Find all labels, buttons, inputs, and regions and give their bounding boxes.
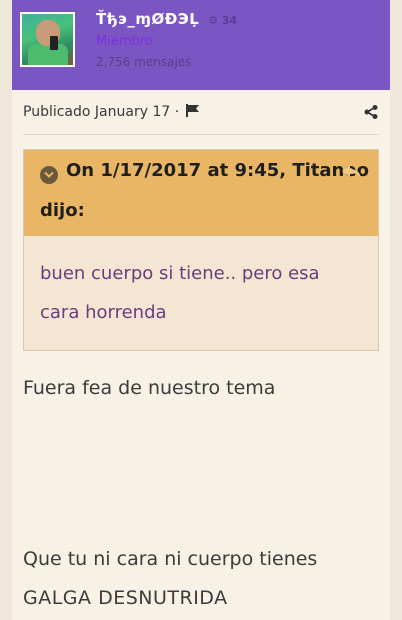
reply-icon[interactable] bbox=[342, 164, 362, 183]
forum-post-card: Ťђэ_ɱØĐЭĻ ⚙ 34 Miembro 2,756 mensajes Pu… bbox=[12, 0, 390, 620]
quote-title: On 1/17/2017 at 9:45, Titaneo bbox=[66, 160, 369, 181]
quote-text: buen cuerpo si tiene.. pero esa cara hor… bbox=[40, 263, 320, 323]
right-gutter bbox=[390, 0, 402, 620]
share-icon[interactable] bbox=[364, 104, 378, 123]
author-name[interactable]: Ťђэ_ɱØĐЭĻ bbox=[96, 10, 199, 28]
post-meta: Publicado January 17 · bbox=[23, 104, 200, 121]
published-date: Publicado January 17 · bbox=[23, 104, 180, 120]
post-text-line: Fuera fea de nuestro tema bbox=[23, 377, 276, 399]
quote-block: On 1/17/2017 at 9:45, Titaneo dijo: buen… bbox=[23, 149, 379, 351]
left-gutter bbox=[0, 0, 12, 620]
author-post-count: 2,756 mensajes bbox=[96, 55, 192, 69]
author-role: Miembro bbox=[96, 34, 153, 49]
avatar-shirt bbox=[28, 44, 68, 65]
avatar[interactable] bbox=[20, 12, 75, 67]
post-text-line: Que tu ni cara ni cuerpo tienes bbox=[23, 548, 318, 570]
post-text-line: GALGA DESNUTRIDA bbox=[23, 587, 228, 609]
quote-title-suffix: dijo: bbox=[40, 200, 85, 221]
author-badges: ⚙ 34 bbox=[208, 14, 237, 27]
flag-icon[interactable] bbox=[185, 104, 200, 121]
quote-header: On 1/17/2017 at 9:45, Titaneo dijo: bbox=[24, 150, 378, 236]
author-header: Ťђэ_ɱØĐЭĻ ⚙ 34 Miembro 2,756 mensajes bbox=[12, 0, 390, 90]
avatar-phone bbox=[50, 36, 58, 50]
chevron-down-icon[interactable] bbox=[40, 166, 58, 184]
divider bbox=[23, 134, 379, 135]
